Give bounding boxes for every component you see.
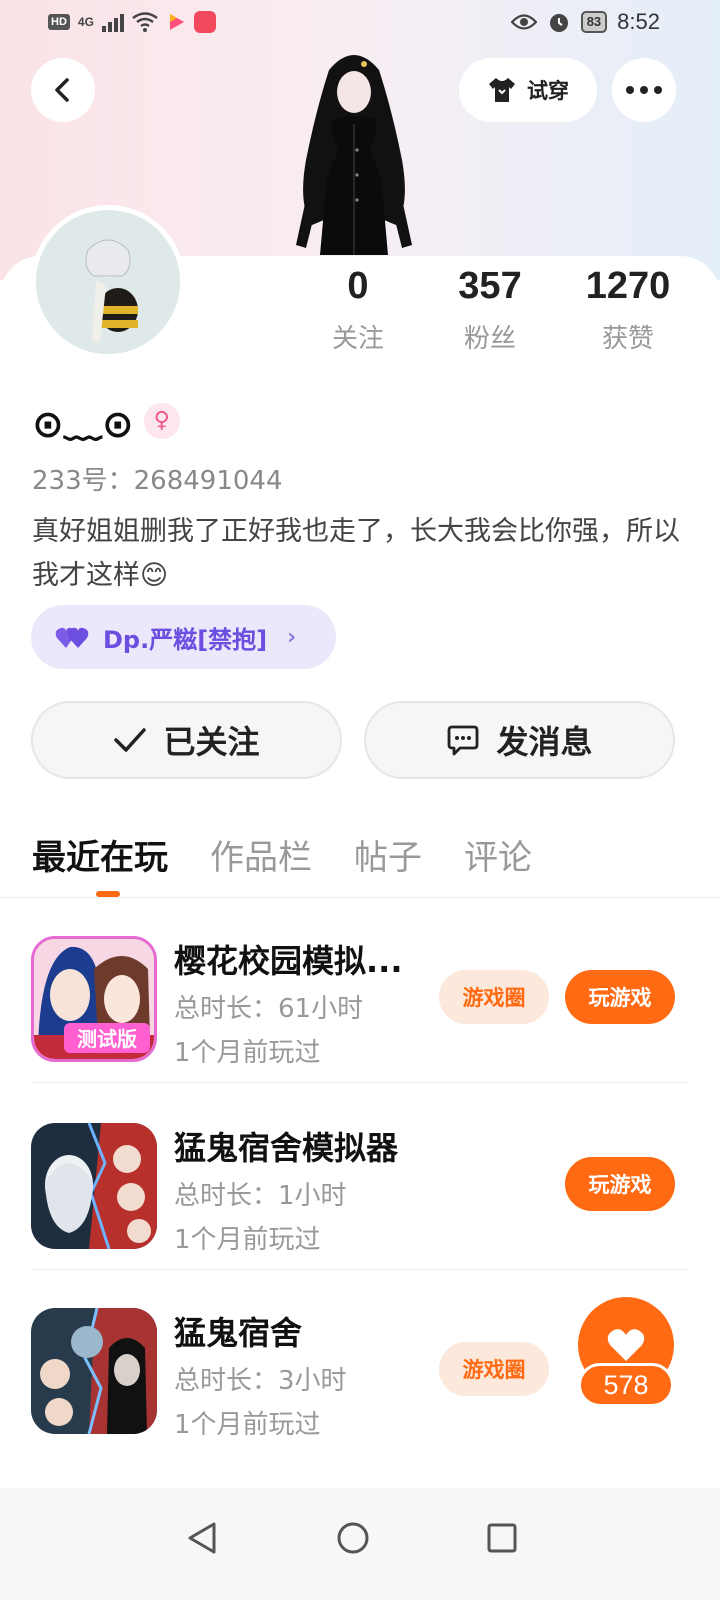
game-duration: 总时长：61小时 (174, 994, 364, 1024)
stat-value: 357 (458, 265, 522, 307)
nickname: ⊙﹏⊙ ♀ (32, 393, 180, 448)
like-count: 578 (578, 1363, 674, 1407)
avatar[interactable] (31, 205, 185, 359)
tab-recently-played[interactable]: 最近在玩 (32, 830, 168, 890)
battery-icon: 83 (580, 11, 608, 33)
game-last-played: 1个月前玩过 (174, 1410, 321, 1440)
back-button[interactable] (31, 58, 95, 122)
game-title: 猛鬼宿舍 (174, 1314, 303, 1352)
more-options-button[interactable] (612, 58, 676, 122)
nav-home-button[interactable] (325, 1510, 381, 1566)
profile-stats: 0 关注 357 粉丝 1270 获赞 (300, 265, 700, 365)
stat-fans[interactable]: 357 粉丝 (425, 265, 555, 355)
guild-name: Dp.严糍[禁抱] (103, 625, 268, 654)
clock: 8:52 (617, 9, 660, 34)
followed-button[interactable]: 已关注 (31, 701, 342, 779)
stat-value: 1270 (585, 265, 671, 307)
stat-value: 0 (347, 265, 369, 307)
game-circle-button[interactable]: 游戏圈 (439, 970, 549, 1024)
nickname-text: ⊙﹏⊙ (32, 402, 134, 446)
game-title: 樱花校园模拟... (174, 942, 403, 980)
female-icon: ♀ (143, 402, 180, 439)
alarm-icon (549, 14, 568, 32)
try-on-button[interactable]: 试穿 (459, 58, 597, 122)
system-navigation-bar (0, 1488, 720, 1600)
stat-label: 关注 (331, 324, 384, 354)
triangle-back-icon (188, 1522, 216, 1554)
game-last-played: 1个月前玩过 (174, 1225, 321, 1255)
game-icon[interactable] (31, 1123, 157, 1249)
check-icon (114, 728, 147, 752)
game-circle-button[interactable]: 游戏圈 (439, 1342, 549, 1396)
game-duration: 总时长：3小时 (174, 1366, 347, 1396)
app-icon (193, 11, 216, 33)
game-icon-badge: 测试版 (77, 1027, 137, 1051)
send-message-label: 发消息 (496, 723, 593, 761)
tab-comments[interactable]: 评论 (464, 830, 532, 890)
chevron-right-icon: › (287, 624, 297, 650)
try-on-label: 试穿 (527, 79, 569, 103)
tab-posts[interactable]: 帖子 (354, 830, 422, 890)
eye-icon (510, 14, 537, 30)
divider (32, 1082, 688, 1083)
send-message-button[interactable]: 发消息 (364, 701, 675, 779)
like-button[interactable]: 578 (578, 1297, 674, 1409)
user-id: 233号：268491044 (32, 466, 283, 496)
hd-icon: HD (48, 14, 70, 30)
game-duration: 总时长：1小时 (174, 1181, 347, 1211)
tab-works[interactable]: 作品栏 (210, 830, 312, 890)
guild-chip[interactable]: Dp.严糍[禁抱] › (31, 605, 336, 669)
circle-home-icon (337, 1522, 369, 1554)
stat-following[interactable]: 0 关注 (293, 265, 423, 355)
game-row[interactable]: 猛鬼宿舍模拟器 总时长：1小时 1个月前玩过 玩游戏 (0, 1085, 720, 1270)
stat-likes[interactable]: 1270 获赞 (563, 265, 693, 355)
game-icon[interactable]: 测试版 (31, 936, 157, 1062)
chat-icon (448, 725, 479, 756)
network-type-label: 4G (77, 15, 94, 29)
tshirt-icon (489, 78, 515, 102)
more-icon (626, 86, 662, 94)
game-row[interactable]: 测试版 樱花校园模拟... 总时长：61小时 1个月前玩过 游戏圈 玩游戏 (0, 898, 720, 1083)
profile-tabs: 最近在玩 作品栏 帖子 评论 (32, 830, 574, 890)
game-icon[interactable] (31, 1308, 157, 1434)
video-app-icon (169, 14, 184, 30)
followed-label: 已关注 (163, 723, 260, 761)
stat-label: 粉丝 (463, 324, 516, 354)
nav-back-button[interactable] (174, 1510, 230, 1566)
game-title: 猛鬼宿舍模拟器 (174, 1129, 399, 1167)
play-game-button[interactable]: 玩游戏 (565, 970, 675, 1024)
game-last-played: 1个月前玩过 (174, 1038, 321, 1068)
double-heart-icon (55, 627, 89, 648)
nav-recents-button[interactable] (474, 1510, 530, 1566)
dress-up-avatar-figure[interactable] (284, 40, 424, 255)
square-recents-icon (487, 1523, 517, 1553)
bio: 真好姐姐删我了正好我也走了，长大我会比你强，所以我才这样😊 (32, 516, 680, 591)
stat-label: 获赞 (601, 324, 654, 354)
signal-icon (101, 12, 124, 32)
back-icon (55, 78, 69, 102)
heart-icon (607, 1329, 645, 1361)
wifi-icon (132, 12, 158, 32)
play-game-button[interactable]: 玩游戏 (565, 1157, 675, 1211)
